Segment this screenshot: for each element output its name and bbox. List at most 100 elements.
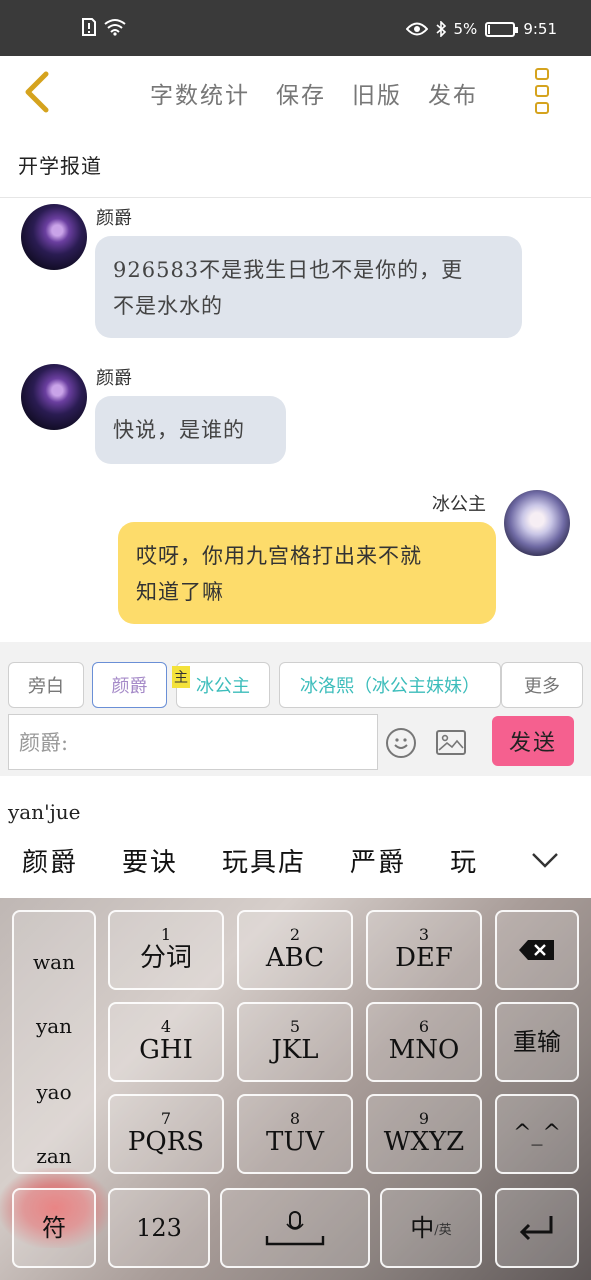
send-button[interactable]: 发送 — [492, 716, 574, 766]
key-number: 5 — [289, 1017, 301, 1036]
key-7[interactable]: 7 PQRS — [108, 1094, 224, 1174]
enter-key[interactable] — [495, 1188, 579, 1268]
nav-links: 字数统计 保存 旧版 发布 — [150, 76, 478, 110]
backspace-icon — [519, 940, 554, 960]
key-letters: JKL — [271, 1035, 319, 1065]
publish-link[interactable]: 发布 — [428, 76, 478, 110]
ime-syllable[interactable]: wan — [14, 950, 94, 974]
ime-candidates: 颜爵 要诀 玩具店 严爵 玩 — [22, 842, 476, 879]
microphone-icon — [265, 1211, 325, 1246]
numeric-key[interactable]: 123 — [108, 1188, 210, 1268]
ime-syllable[interactable]: zan — [14, 1144, 94, 1168]
battery-icon — [485, 21, 519, 37]
key-sublabel: /英 — [434, 1222, 452, 1238]
emoticon-key[interactable]: ^_^ — [495, 1094, 579, 1174]
emoji-button[interactable] — [386, 728, 416, 758]
message-bubble[interactable]: 哎呀，你用九宫格打出来不就 知道了嘛 — [118, 522, 496, 624]
top-nav: 字数统计 保存 旧版 发布 — [0, 56, 591, 130]
message-bubble[interactable]: 快说，是谁的 — [95, 396, 286, 464]
ime-candidate[interactable]: 严爵 — [350, 842, 406, 879]
message-sender: 冰公主 — [432, 494, 486, 515]
key-3[interactable]: 3 DEF — [366, 910, 482, 990]
owner-badge: 主 — [172, 666, 190, 688]
document-title-row: 开学报道 — [0, 130, 591, 198]
image-icon — [438, 734, 464, 751]
message-sender: 颜爵 — [96, 208, 132, 229]
avatar-ice-princess[interactable] — [504, 490, 570, 556]
key-1[interactable]: 1 分词 — [108, 910, 224, 990]
key-letters: GHI — [139, 1035, 193, 1065]
key-2[interactable]: 2 ABC — [237, 910, 353, 990]
key-number: 1 — [160, 925, 172, 944]
key-9[interactable]: 9 WXYZ — [366, 1094, 482, 1174]
reinput-key[interactable]: 重输 — [495, 1002, 579, 1082]
more-menu-button[interactable] — [535, 68, 551, 114]
backspace-key[interactable] — [495, 910, 579, 990]
bluetooth-icon — [435, 21, 446, 37]
role-more-button[interactable]: 更多 — [501, 662, 583, 708]
message-input[interactable]: 颜爵: — [8, 714, 378, 770]
key-letters: MNO — [388, 1035, 460, 1065]
more-icon-dot-3 — [535, 102, 549, 114]
battery-percent: 5% — [453, 20, 478, 38]
ime-pinyin: yan'jue — [8, 800, 81, 824]
word-count-link[interactable]: 字数统计 — [150, 76, 250, 110]
message-line: 快说，是谁的 — [113, 418, 245, 442]
status-right-icons: 5% 9:51 — [405, 20, 557, 38]
more-icon-dot-1 — [535, 68, 549, 80]
image-button[interactable] — [436, 730, 466, 755]
composer: 颜爵: 发送 — [0, 714, 591, 776]
enter-icon — [519, 1216, 553, 1241]
ime-candidate[interactable]: 玩 — [450, 842, 476, 879]
key-8[interactable]: 8 TUV — [237, 1094, 353, 1174]
key-number: 6 — [418, 1017, 430, 1036]
key-number: 2 — [289, 925, 301, 944]
role-chip-bing-luoxi[interactable]: 冰洛熙（冰公主妹妹） — [279, 662, 501, 708]
sim-alert-icon — [82, 18, 96, 36]
chevron-down-icon[interactable] — [530, 850, 560, 870]
eye-comfort-icon — [405, 22, 428, 36]
smiley-icon — [394, 738, 408, 749]
message-line: 不是水水的 — [113, 294, 223, 318]
role-chip-yanjue[interactable]: 颜爵 — [92, 662, 167, 708]
key-number: 3 — [418, 925, 430, 944]
role-selector: 旁白 颜爵 冰公主 冰洛熙（冰公主妹妹） 更多 — [0, 642, 591, 714]
status-left-icons — [82, 18, 126, 36]
save-link[interactable]: 保存 — [276, 76, 326, 110]
key-number: 8 — [289, 1109, 301, 1128]
ime-candidate-bar: yan'jue 颜爵 要诀 玩具店 严爵 玩 — [0, 776, 591, 898]
key-number: 9 — [418, 1109, 430, 1128]
key-4[interactable]: 4 GHI — [108, 1002, 224, 1082]
ime-candidate[interactable]: 要诀 — [122, 842, 178, 879]
wifi-icon — [104, 19, 126, 36]
symbol-key[interactable]: 符 — [12, 1188, 96, 1268]
ime-syllable[interactable]: yan — [14, 1014, 94, 1038]
key-5[interactable]: 5 JKL — [237, 1002, 353, 1082]
role-chip-ice-princess[interactable]: 冰公主 — [176, 662, 270, 708]
ime-syllable[interactable]: yao — [14, 1080, 94, 1104]
back-button[interactable] — [20, 70, 60, 114]
space-key[interactable] — [220, 1188, 370, 1268]
battery-fill — [488, 24, 491, 34]
more-icon-dot-2 — [535, 85, 549, 97]
avatar-yanjue[interactable] — [21, 364, 87, 430]
old-version-link[interactable]: 旧版 — [352, 76, 402, 110]
role-chip-narrator[interactable]: 旁白 — [8, 662, 84, 708]
message-line: 926583不是我生日也不是你的，更 — [113, 258, 464, 282]
message-line: 哎呀，你用九宫格打出来不就 — [136, 544, 422, 568]
key-letters: 分词 — [139, 943, 192, 973]
chevron-left-icon — [25, 71, 49, 113]
key-letters: DEF — [395, 943, 453, 973]
ime-candidate[interactable]: 玩具店 — [222, 842, 306, 879]
document-title[interactable]: 开学报道 — [18, 150, 102, 179]
language-switch-key[interactable]: 中 /英 — [380, 1188, 482, 1268]
message-sender: 颜爵 — [96, 368, 132, 389]
key-letters: TUV — [265, 1127, 325, 1157]
ime-candidate[interactable]: 颜爵 — [22, 842, 78, 879]
message-bubble[interactable]: 926583不是我生日也不是你的，更 不是水水的 — [95, 236, 522, 338]
key-letters: ABC — [265, 943, 325, 973]
avatar-yanjue[interactable] — [21, 204, 87, 270]
key-6[interactable]: 6 MNO — [366, 1002, 482, 1082]
key-number: 7 — [160, 1109, 172, 1128]
key-label: 符 — [42, 1214, 66, 1242]
